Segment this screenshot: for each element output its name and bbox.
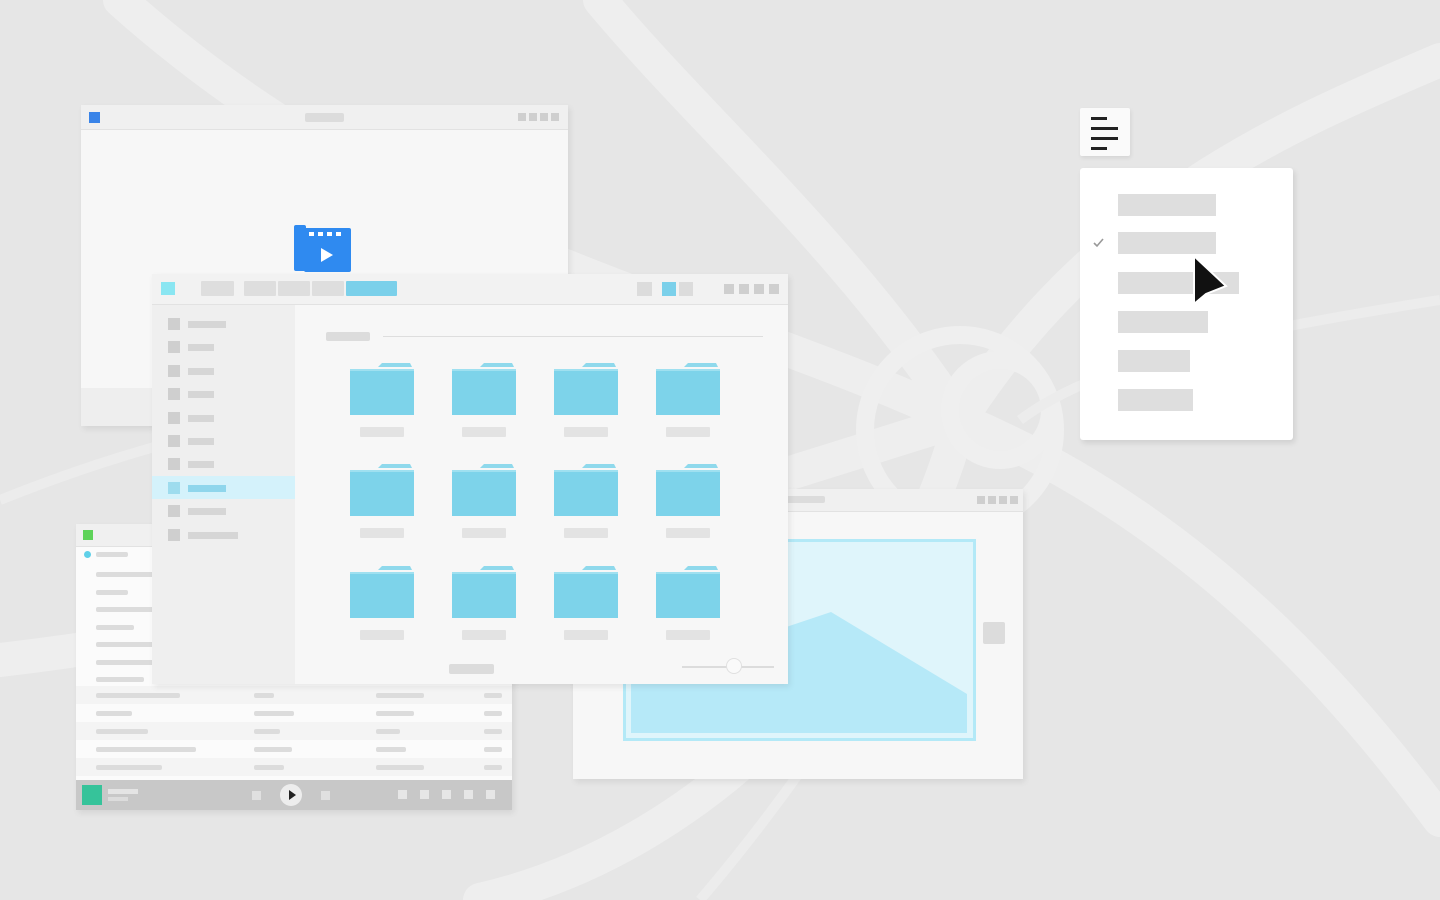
track-row[interactable] [96, 572, 156, 577]
folder-item[interactable] [452, 361, 516, 441]
settings-icon[interactable] [486, 790, 495, 799]
window-control-icon[interactable] [988, 496, 996, 504]
menu-item[interactable] [1118, 311, 1208, 333]
folder-label [360, 528, 404, 538]
folder-item[interactable] [554, 361, 618, 441]
menu-item[interactable] [1118, 350, 1190, 372]
folder-icon [554, 464, 618, 516]
next-track-icon[interactable] [321, 791, 330, 800]
track-row[interactable] [96, 607, 156, 612]
folder-label [360, 630, 404, 640]
hamburger-menu-button[interactable] [1080, 108, 1130, 156]
folder-label [564, 427, 608, 437]
play-button[interactable] [280, 784, 302, 806]
shuffle-icon[interactable] [420, 790, 429, 799]
menu-item[interactable] [1118, 194, 1216, 216]
folder-item[interactable] [656, 361, 720, 441]
folder-item[interactable] [350, 462, 414, 542]
folder-label [462, 528, 506, 538]
image-viewer-title [785, 496, 825, 503]
music-app-badge [83, 530, 93, 540]
playlist-icon[interactable] [464, 790, 473, 799]
folder-label [564, 630, 608, 640]
folder-icon [350, 363, 414, 415]
folder-item[interactable] [554, 564, 618, 644]
menu-item[interactable] [1118, 389, 1193, 411]
folder-label [666, 630, 710, 640]
play-icon [289, 790, 296, 800]
folder-grid [152, 274, 788, 684]
track-table [76, 686, 512, 778]
track-row[interactable] [96, 590, 128, 595]
table-row[interactable] [76, 686, 512, 704]
now-playing-artist [108, 797, 128, 801]
menu-item-checked[interactable] [1118, 232, 1216, 254]
folder-icon [656, 363, 720, 415]
next-image-button[interactable] [983, 622, 1005, 644]
folder-icon [452, 566, 516, 618]
folder-icon [452, 464, 516, 516]
folder-item[interactable] [452, 462, 516, 542]
folder-icon [350, 464, 414, 516]
hamburger-menu-icon [1091, 117, 1118, 150]
folder-label [666, 528, 710, 538]
folder-item[interactable] [554, 462, 618, 542]
track-row[interactable] [96, 642, 156, 647]
folder-item[interactable] [656, 564, 720, 644]
player-controls-bar [76, 780, 512, 810]
folder-label [360, 427, 404, 437]
video-window-title [305, 113, 344, 122]
folder-label [666, 427, 710, 437]
status-bar-text [449, 664, 494, 674]
video-player-titlebar[interactable] [81, 105, 568, 130]
mouse-pointer-icon [1193, 253, 1228, 307]
album-art-thumbnail [82, 785, 102, 805]
table-row[interactable] [76, 758, 512, 776]
window-control-icon[interactable] [999, 496, 1007, 504]
file-manager-window[interactable] [152, 274, 788, 684]
now-playing-title [108, 789, 138, 794]
folder-icon [656, 566, 720, 618]
video-app-badge [89, 112, 100, 123]
window-control-icon[interactable] [551, 113, 559, 121]
window-control-icon[interactable] [529, 113, 537, 121]
folder-label [462, 427, 506, 437]
table-row[interactable] [76, 722, 512, 740]
folder-item[interactable] [452, 564, 516, 644]
window-control-icon[interactable] [977, 496, 985, 504]
folder-label [462, 630, 506, 640]
status-dot-icon [84, 551, 91, 558]
music-library-label [96, 552, 128, 557]
folder-icon [554, 566, 618, 618]
folder-icon [452, 363, 516, 415]
folder-label [564, 528, 608, 538]
folder-item[interactable] [656, 462, 720, 542]
folder-icon [554, 363, 618, 415]
folder-icon [656, 464, 720, 516]
checkmark-icon [1093, 238, 1104, 248]
table-row[interactable] [76, 740, 512, 758]
video-player-icon[interactable] [294, 223, 354, 275]
table-row[interactable] [76, 704, 512, 722]
window-control-icon[interactable] [1010, 496, 1018, 504]
repeat-icon[interactable] [398, 790, 407, 799]
zoom-slider[interactable] [682, 658, 774, 676]
window-control-icon[interactable] [540, 113, 548, 121]
window-control-icon[interactable] [518, 113, 526, 121]
folder-icon [350, 566, 414, 618]
folder-item[interactable] [350, 564, 414, 644]
volume-icon[interactable] [442, 790, 451, 799]
track-row[interactable] [96, 677, 144, 682]
previous-track-icon[interactable] [252, 791, 261, 800]
folder-item[interactable] [350, 361, 414, 441]
track-row[interactable] [96, 625, 134, 630]
track-row[interactable] [96, 660, 156, 665]
popup-menu [1080, 168, 1293, 440]
zoom-slider-thumb[interactable] [726, 658, 742, 674]
